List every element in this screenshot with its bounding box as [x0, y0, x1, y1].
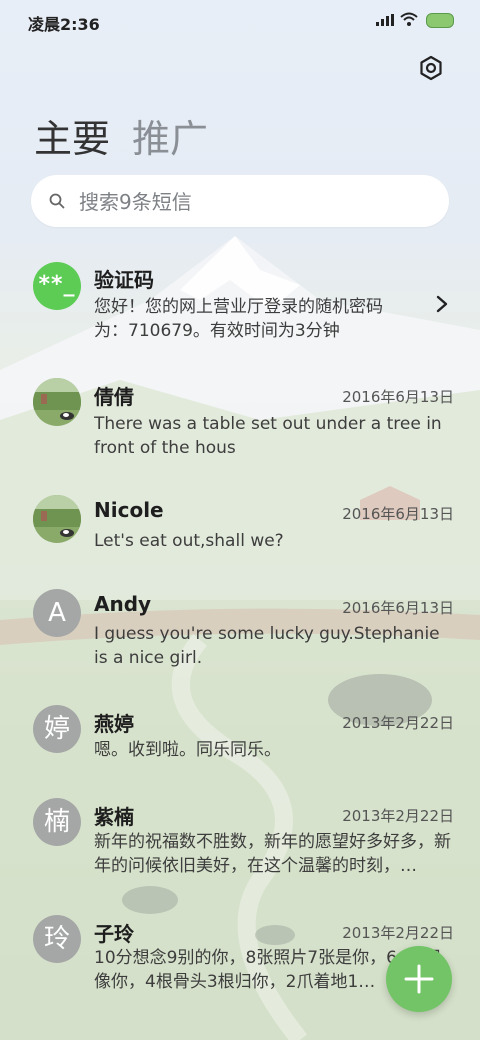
- signal-icon: [376, 14, 394, 26]
- avatar: 玲: [33, 915, 81, 963]
- status-time: 凌晨2:36: [28, 15, 100, 34]
- message-preview: 新年的祝福数不胜数，新年的愿望好多好多，新年的问候依旧美好，在这个温馨的时刻，…: [94, 832, 451, 876]
- search-bar[interactable]: [31, 175, 449, 227]
- avatar: 婷: [33, 705, 81, 753]
- avatar: [33, 378, 81, 426]
- avatar: **_: [33, 262, 81, 310]
- message-preview: Let's eat out,shall we?: [94, 531, 284, 551]
- message-preview: 嗯。收到啦。同乐同乐。: [94, 740, 281, 760]
- message-date: 2016年6月13日: [342, 505, 454, 523]
- plus-icon: [404, 964, 434, 994]
- message-date: 2016年6月13日: [342, 388, 454, 406]
- contact-name: 紫楠: [94, 805, 134, 829]
- new-message-button[interactable]: [386, 946, 452, 1012]
- avatar: 楠: [33, 798, 81, 846]
- conversation-row[interactable]: 婷 燕婷 2013年2月22日 嗯。收到啦。同乐同乐。: [0, 700, 480, 770]
- contact-name: 倩倩: [94, 385, 134, 409]
- status-bar: 凌晨2:36: [0, 0, 480, 42]
- message-date: 2016年6月13日: [342, 599, 454, 617]
- message-date: 2013年2月22日: [342, 807, 454, 825]
- avatar: [33, 495, 81, 543]
- message-date: 2013年2月22日: [342, 924, 454, 942]
- contact-name: 子玲: [94, 922, 134, 946]
- message-preview: I guess you're some lucky guy.Stephanie …: [94, 624, 440, 668]
- avatar: A: [33, 589, 81, 637]
- contact-name: Nicole: [94, 498, 164, 522]
- message-preview: There was a table set out under a tree i…: [94, 414, 442, 458]
- settings-icon[interactable]: [418, 55, 444, 81]
- conversation-row[interactable]: **_ 验证码 您好！您的网上营业厅登录的随机密码为：710679。有效时间为3…: [0, 255, 480, 355]
- battery-icon: [426, 13, 454, 28]
- contact-name: 燕婷: [94, 712, 134, 736]
- tab-promo[interactable]: 推广: [132, 108, 208, 163]
- conversation-row[interactable]: 倩倩 2016年6月13日 There was a table set out …: [0, 372, 480, 472]
- tab-main[interactable]: 主要: [34, 108, 110, 163]
- search-input[interactable]: [77, 183, 431, 221]
- chevron-right-icon[interactable]: [436, 295, 448, 313]
- contact-name: 验证码: [94, 268, 154, 292]
- wifi-icon: [400, 12, 418, 26]
- conversation-row[interactable]: 楠 紫楠 2013年2月22日 新年的祝福数不胜数，新年的愿望好多好多，新年的问…: [0, 793, 480, 893]
- message-date: 2013年2月22日: [342, 714, 454, 732]
- conversation-row[interactable]: A Andy 2016年6月13日 I guess you're some lu…: [0, 583, 480, 683]
- search-icon: [49, 193, 65, 209]
- conversation-row[interactable]: Nicole 2016年6月13日 Let's eat out,shall we…: [0, 489, 480, 559]
- contact-name: Andy: [94, 592, 152, 616]
- message-preview: 您好！您的网上营业厅登录的随机密码为：710679。有效时间为3分钟: [94, 297, 383, 341]
